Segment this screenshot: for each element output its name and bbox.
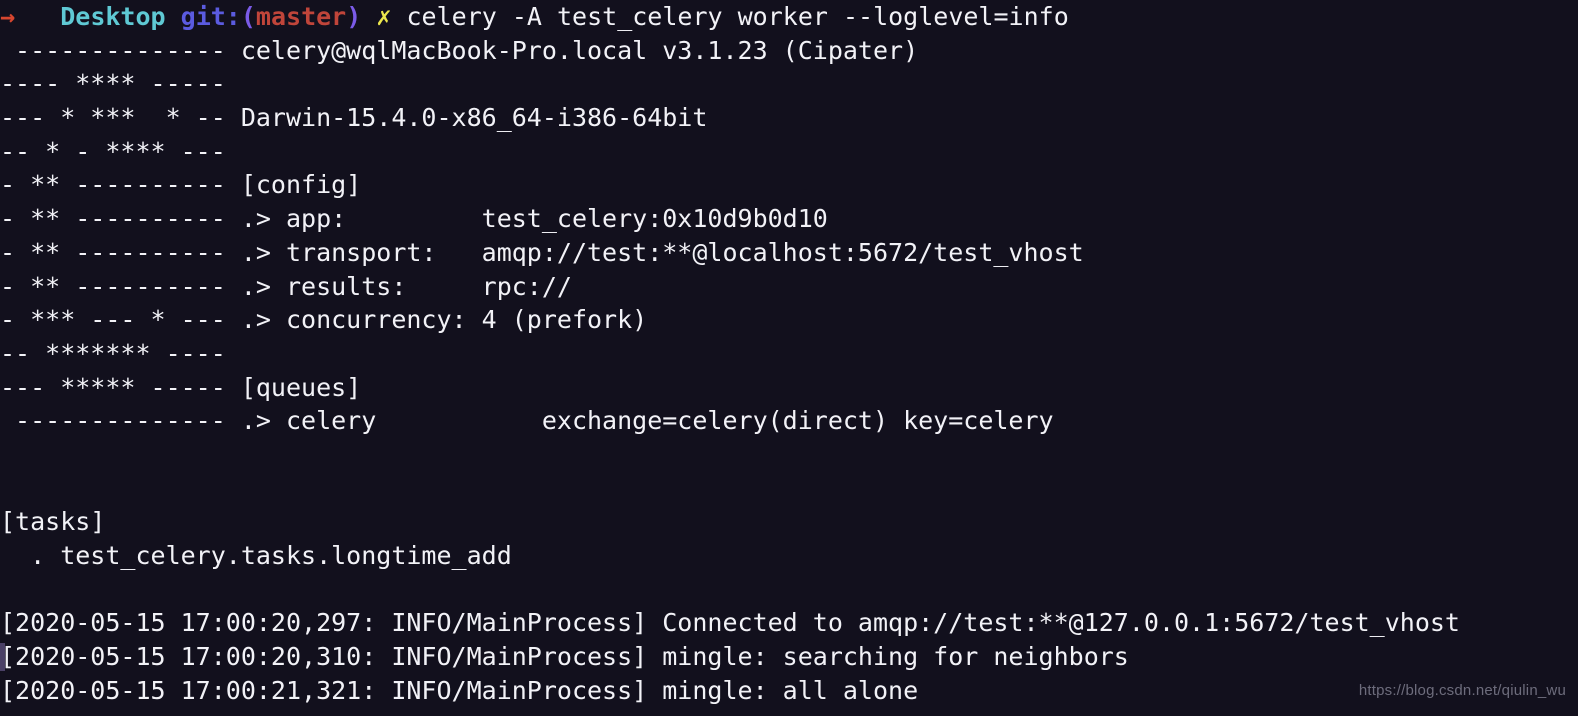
output-line: - ** ---------- .> app: test_celery:0x10… [0,204,828,234]
prompt-gap-3 [361,2,376,31]
output-line-blank [0,573,1578,607]
log-line-text: [2020-05-15 17:00:20,310: INFO/MainProce… [0,642,1129,672]
output-line: --- * *** * -- Darwin-15.4.0-x86_64-i386… [0,103,708,133]
log-line: [2020-05-15 17:00:20,310: INFO/MainProce… [0,640,1578,674]
output-line: --- ***** ----- [queues] [0,372,362,402]
prompt-paren-close: ) [346,2,362,31]
prompt-gap-2 [166,2,181,31]
shell-prompt-line: → Desktop git:(master) ✗ celery -A test_… [0,0,1578,34]
output-line: -- * - **** --- [0,136,226,166]
output-line: - ** ---------- .> results: rpc:// [0,271,572,301]
output-line: - *** --- * --- .> concurrency: 4 (prefo… [0,305,648,335]
output-line: -------------- celery@wqlMacBook-Pro.loc… [0,35,919,65]
text-cursor [0,643,5,672]
output-line: - ** ---------- .> transport: amqp://tes… [0,237,1084,267]
output-line: [tasks] [0,507,106,537]
output-line-blank [0,472,1578,506]
log-line: [2020-05-15 17:00:21,321: INFO/MainProce… [0,675,919,705]
output-line: . test_celery.tasks.longtime_add [0,541,512,570]
prompt-gap-4 [391,2,406,31]
terminal-window[interactable]: → Desktop git:(master) ✗ celery -A test_… [0,0,1578,716]
output-line: - ** ---------- [config] [0,170,362,200]
prompt-git-label: git: [180,2,241,31]
prompt-gap-1 [15,2,60,31]
prompt-arrow-icon: → [0,2,16,31]
watermark: https://blog.csdn.net/qiulin_wu [1358,682,1566,700]
prompt-directory: Desktop [60,2,166,31]
output-line: -- ******* ---- [0,338,226,368]
prompt-paren-open: ( [240,2,256,31]
output-line: -------------- .> celery exchange=celery… [0,406,1054,436]
log-line: [2020-05-15 17:00:20,297: INFO/MainProce… [0,608,1460,638]
prompt-git-branch: master [255,2,347,31]
prompt-command: celery -A test_celery worker --loglevel=… [406,2,1069,31]
output-line-blank [0,438,1578,472]
prompt-status-cross-icon: ✗ [376,2,392,31]
output-line: ---- **** ----- [0,69,226,99]
